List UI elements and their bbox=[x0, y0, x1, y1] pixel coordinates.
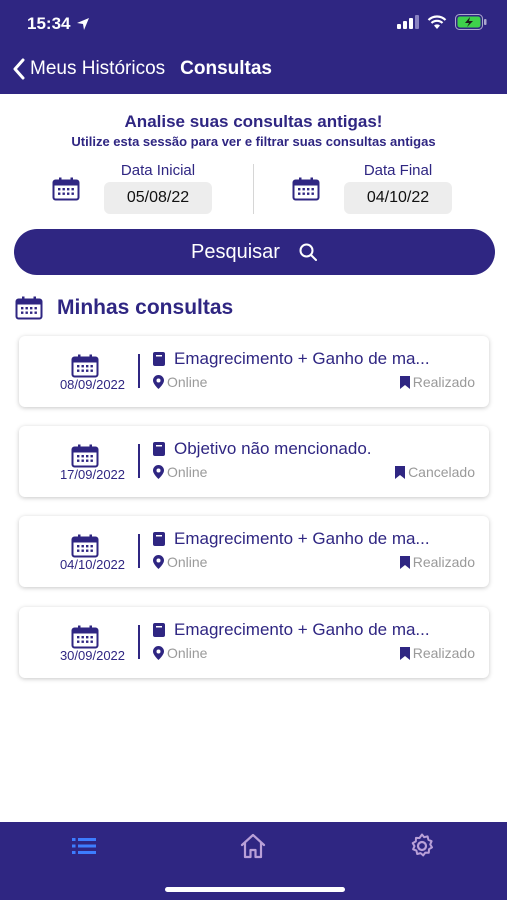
bookmark-icon bbox=[399, 555, 410, 569]
home-indicator bbox=[165, 887, 345, 892]
consultation-objective: Objetivo não mencionado. bbox=[174, 439, 372, 458]
app-header: 15:34 Meus Históricos Consultas bbox=[0, 0, 507, 94]
intro-subtitle: Utilize esta sessão para ver e filtrar s… bbox=[71, 134, 436, 149]
consultation-status: Realizado bbox=[412, 554, 475, 570]
consultation-location: Online bbox=[167, 554, 208, 570]
consultation-date: 08/09/2022 bbox=[59, 377, 126, 392]
consultation-objective: Emagrecimento + Ganho de ma... bbox=[174, 349, 430, 368]
back-label: Meus Históricos bbox=[30, 58, 166, 79]
back-button[interactable]: Meus Históricos bbox=[12, 58, 165, 80]
map-pin-icon bbox=[153, 465, 164, 479]
search-button[interactable]: Pesquisar bbox=[14, 229, 495, 275]
section-title-text: Minhas consultas bbox=[57, 296, 234, 319]
status-row: Realizado bbox=[399, 374, 475, 390]
status-time: 15:34 bbox=[27, 14, 90, 34]
consultation-status: Realizado bbox=[412, 645, 475, 661]
tab-settings[interactable] bbox=[408, 832, 436, 865]
status-row: Realizado bbox=[399, 645, 475, 661]
consultation-objective: Emagrecimento + Ganho de ma... bbox=[174, 529, 430, 548]
objective-row: Emagrecimento + Ganho de ma... bbox=[153, 620, 478, 640]
end-date-field[interactable]: 04/10/22 bbox=[344, 182, 452, 214]
objective-row: Emagrecimento + Ganho de ma... bbox=[153, 349, 478, 369]
status-indicators bbox=[397, 14, 487, 30]
wifi-icon bbox=[427, 14, 447, 29]
consultation-date: 17/09/2022 bbox=[59, 467, 126, 482]
bookmark-icon bbox=[399, 375, 410, 389]
home-icon bbox=[240, 833, 266, 859]
consultation-date: 30/09/2022 bbox=[59, 648, 126, 663]
signal-icon bbox=[397, 15, 419, 29]
notebook-icon bbox=[153, 532, 165, 546]
intro-title: Analise suas consultas antigas! bbox=[124, 112, 383, 131]
consultation-card[interactable]: 17/09/2022 Objetivo não mencionado. Onli… bbox=[19, 426, 489, 497]
calendar-icon bbox=[71, 444, 99, 468]
notebook-icon bbox=[153, 442, 165, 456]
location-row: Online bbox=[153, 554, 207, 570]
start-date-filter: Data Inicial 05/08/22 bbox=[52, 162, 232, 216]
tab-history-list[interactable] bbox=[70, 834, 98, 863]
map-pin-icon bbox=[153, 646, 164, 660]
bookmark-icon bbox=[399, 646, 410, 660]
map-pin-icon bbox=[153, 555, 164, 569]
consultation-location: Online bbox=[167, 464, 208, 480]
location-row: Online bbox=[153, 645, 207, 661]
calendar-icon bbox=[71, 354, 99, 378]
end-date-label: Data Final bbox=[363, 162, 433, 179]
card-divider bbox=[138, 534, 140, 568]
page-title: Consultas bbox=[180, 58, 273, 79]
calendar-icon bbox=[15, 296, 43, 320]
consultation-date: 04/10/2022 bbox=[59, 557, 126, 572]
filter-divider bbox=[253, 164, 254, 214]
list-icon bbox=[72, 838, 96, 854]
location-arrow-icon bbox=[77, 18, 90, 30]
start-date-label: Data Inicial bbox=[120, 162, 196, 179]
consultation-location: Online bbox=[167, 374, 208, 390]
search-button-label: Pesquisar bbox=[191, 240, 280, 263]
consultation-card[interactable]: 08/09/2022 Emagrecimento + Ganho de ma..… bbox=[19, 336, 489, 407]
location-row: Online bbox=[153, 374, 207, 390]
gear-icon bbox=[411, 833, 433, 857]
nav-bar: Meus Históricos Consultas bbox=[12, 58, 272, 80]
card-divider bbox=[138, 444, 140, 478]
objective-row: Emagrecimento + Ganho de ma... bbox=[153, 529, 478, 549]
calendar-icon bbox=[292, 177, 320, 201]
calendar-icon bbox=[71, 534, 99, 558]
battery-icon bbox=[455, 14, 487, 30]
tab-home[interactable] bbox=[239, 832, 267, 865]
card-divider bbox=[138, 354, 140, 388]
calendar-icon bbox=[52, 177, 80, 201]
start-date-field[interactable]: 05/08/22 bbox=[104, 182, 212, 214]
status-row: Realizado bbox=[399, 554, 475, 570]
consultation-location: Online bbox=[167, 645, 208, 661]
objective-row: Objetivo não mencionado. bbox=[153, 439, 478, 459]
map-pin-icon bbox=[153, 375, 164, 389]
section-title: Minhas consultas bbox=[15, 296, 233, 320]
status-time-text: 15:34 bbox=[27, 14, 71, 33]
bookmark-icon bbox=[395, 465, 406, 479]
consultation-card[interactable]: 30/09/2022 Emagrecimento + Ganho de ma..… bbox=[19, 607, 489, 678]
consultation-objective: Emagrecimento + Ganho de ma... bbox=[174, 620, 430, 639]
consultation-card[interactable]: 04/10/2022 Emagrecimento + Ganho de ma..… bbox=[19, 516, 489, 587]
location-row: Online bbox=[153, 464, 207, 480]
notebook-icon bbox=[153, 352, 165, 366]
status-row: Cancelado bbox=[395, 464, 475, 480]
consultation-status: Realizado bbox=[412, 374, 475, 390]
consultation-status: Cancelado bbox=[408, 464, 475, 480]
notebook-icon bbox=[153, 623, 165, 637]
search-icon bbox=[299, 243, 317, 261]
calendar-icon bbox=[71, 625, 99, 649]
card-divider bbox=[138, 625, 140, 659]
chevron-left-icon bbox=[13, 58, 25, 80]
end-date-filter: Data Final 04/10/22 bbox=[292, 162, 472, 216]
